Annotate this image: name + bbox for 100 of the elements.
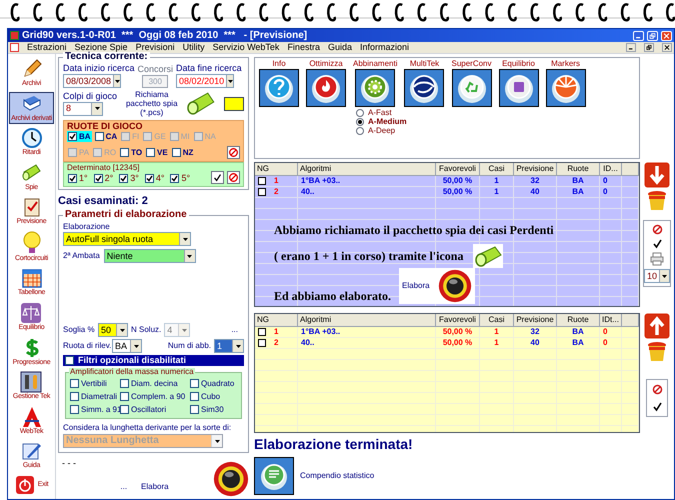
color-swatch[interactable]	[224, 96, 244, 110]
panel-title: Tecnica corrente:	[63, 52, 150, 62]
tool-button[interactable]	[259, 69, 299, 107]
amplifier-checkbox[interactable]: Vertibili	[69, 378, 117, 389]
column-header[interactable]: Previsione	[514, 314, 557, 326]
column-header[interactable]: Favorevoli	[436, 163, 480, 175]
field-label: N Soluz.	[131, 326, 162, 334]
position-checkbox[interactable]: 5°	[169, 173, 192, 184]
scales-icon	[20, 302, 42, 324]
checkbox[interactable]	[258, 328, 266, 336]
process-button[interactable]	[213, 461, 249, 497]
menu-item[interactable]: Utility	[182, 43, 205, 52]
amplifier-checkbox[interactable]: Quadrato	[189, 378, 238, 389]
bin-icon[interactable]	[647, 341, 667, 363]
wheel-select[interactable]: BA	[112, 339, 142, 353]
column-header[interactable]: IDt...	[600, 314, 622, 326]
tool-button[interactable]	[546, 69, 586, 107]
radio-option[interactable]: A-Deep	[356, 127, 635, 135]
column-header[interactable]: NG	[255, 163, 298, 175]
field-label: Ruota di rilev.	[63, 342, 109, 350]
column-header[interactable]: Ruote	[557, 314, 600, 326]
ambata-select[interactable]: Niente	[104, 249, 196, 263]
checkbox[interactable]	[258, 177, 266, 185]
column-header[interactable]: Casi	[480, 314, 514, 326]
amplifier-checkbox[interactable]: Sim30	[189, 404, 238, 415]
position-checkbox[interactable]: 3°	[118, 173, 140, 184]
checkbox[interactable]	[258, 188, 266, 196]
tool-button[interactable]	[404, 69, 444, 107]
prohibited-icon[interactable]	[652, 384, 662, 395]
processing-select[interactable]: AutoFull singola ruota	[63, 232, 191, 246]
column-header[interactable]: Algoritmi	[298, 314, 436, 326]
amplifier-checkbox[interactable]: Cubo	[189, 391, 238, 402]
wheel-checkbox[interactable]: NZ	[170, 147, 194, 158]
amplifier-checkbox[interactable]: Diametrali	[69, 391, 117, 402]
menu-item[interactable]: Informazioni	[360, 43, 410, 52]
menu-item[interactable]: Finestra	[287, 43, 320, 52]
table-cell: 40	[514, 338, 557, 348]
document-icon	[259, 461, 289, 491]
tool-button[interactable]	[452, 69, 492, 107]
start-date-select[interactable]: 08/03/2008	[63, 74, 121, 88]
caret-icon	[182, 328, 187, 332]
column-header[interactable]: NG	[255, 314, 298, 326]
check-icon[interactable]	[652, 238, 662, 249]
flashlight-button[interactable]	[186, 90, 216, 116]
flame-icon	[310, 72, 342, 104]
column-header[interactable]: Ruote	[557, 163, 600, 175]
pairing-count-select[interactable]: 1	[214, 339, 244, 353]
amplifier-checkbox[interactable]: Diam. decina	[119, 378, 187, 389]
menu-item[interactable]: Guida	[328, 43, 352, 52]
column-header[interactable]: Algoritmi	[298, 163, 436, 175]
position-checkbox[interactable]: 1°	[67, 173, 89, 184]
wheel-checkbox[interactable]: VE	[145, 147, 169, 158]
summary-label[interactable]: Compendio statistico	[300, 472, 374, 480]
position-checkbox[interactable]: 4°	[144, 173, 166, 184]
restore-icon[interactable]	[644, 43, 654, 52]
menu-item[interactable]: Previsioni	[136, 43, 175, 52]
summary-button[interactable]	[254, 457, 294, 495]
table-cell: 50,00 %	[436, 327, 480, 337]
arrow-up-button[interactable]	[644, 313, 670, 339]
amplifier-checkbox[interactable]: Oscillatori	[119, 404, 187, 415]
wheel-checkbox[interactable]: CA	[94, 131, 118, 142]
close-icon[interactable]	[662, 43, 672, 52]
page-size-select[interactable]: 10	[644, 269, 670, 283]
column-header[interactable]: Previsione	[514, 163, 557, 175]
menu-item[interactable]: Servizio WebTek	[212, 43, 280, 52]
check-icon[interactable]	[652, 401, 662, 412]
field-label: Considera la lunghetta derivante per la sorte di:	[63, 423, 232, 433]
end-date-select[interactable]: 08/02/2010	[176, 74, 234, 88]
wheel-checkbox[interactable]: BA	[67, 131, 92, 142]
more-button[interactable]: ...	[231, 326, 244, 334]
threshold-select[interactable]: 50	[98, 323, 128, 337]
wheel-checkbox[interactable]: TO	[119, 147, 144, 158]
shots-select[interactable]: 8	[63, 102, 103, 116]
process-link[interactable]: Elabora	[141, 483, 169, 491]
radio-option[interactable]: A-Medium	[356, 118, 635, 126]
calendar-icon	[20, 267, 42, 290]
field-label: 2ª Ambata	[63, 252, 100, 260]
checkbox[interactable]	[258, 339, 266, 347]
column-header[interactable]: Favorevoli	[436, 314, 480, 326]
app-icon	[10, 31, 19, 40]
minimize-icon[interactable]	[626, 43, 636, 52]
arrow-down-button[interactable]	[644, 162, 670, 188]
table-cell: 50,00 %	[436, 176, 480, 186]
filters-checkbox[interactable]: Filtri opzionali disabilitati	[63, 355, 244, 366]
clear-button[interactable]	[227, 146, 240, 159]
bin-icon[interactable]	[647, 190, 667, 212]
load-spy-label: Richiama pacchetto spia (*.pcs)	[124, 90, 179, 117]
position-checkbox[interactable]: 2°	[92, 173, 114, 184]
amplifier-checkbox[interactable]: Complem. a 90	[119, 391, 187, 402]
tool-button[interactable]	[306, 69, 346, 107]
prohibited-icon[interactable]	[652, 224, 662, 235]
menu-item[interactable]: Sezione Spie	[74, 43, 128, 52]
check-button[interactable]	[211, 171, 224, 184]
tool-button[interactable]	[355, 69, 396, 107]
clear-button[interactable]	[227, 171, 240, 184]
column-header[interactable]: ID...	[600, 163, 622, 175]
column-header[interactable]: Casi	[480, 163, 514, 175]
radio-option[interactable]: A-Fast	[356, 109, 635, 117]
tool-button[interactable]	[498, 69, 539, 107]
menu-item[interactable]: Estrazioni	[27, 43, 67, 52]
